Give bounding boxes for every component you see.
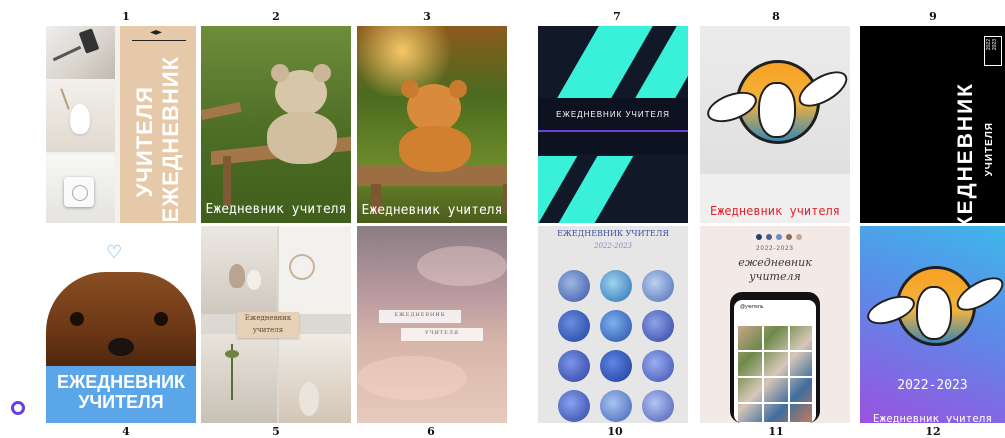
cover-number-8: 8: [772, 10, 780, 23]
cabinet-photo: [279, 334, 351, 423]
cover8-title: Ежедневник учителя: [709, 204, 841, 218]
cover1-title-line1: ЕЖЕДНЕВНИК: [158, 56, 183, 223]
cover-8[interactable]: Ежедневник учителя: [700, 26, 850, 223]
cover-number-5: 5: [272, 425, 280, 438]
clock-photo: [46, 155, 115, 223]
badge-line2: 2023: [992, 39, 998, 51]
cover9-title: ЕЖЕДНЕВНИК: [954, 82, 977, 223]
bubble-1-2: [600, 270, 632, 302]
teddy-bear-ear-left: [401, 80, 419, 98]
dog-photo: [46, 272, 196, 372]
teddy-bear-ear-left: [271, 64, 289, 82]
pelican-body: [916, 286, 952, 340]
bubble-4-2: [600, 390, 632, 422]
cover-number-7: 7: [613, 10, 621, 23]
cover3-title: Ежедневник учителя: [361, 203, 503, 218]
heart-icon: ♡: [106, 242, 123, 263]
cover-number-10: 10: [607, 425, 623, 438]
bubble-4-3: [642, 390, 674, 422]
plant-photo: [201, 334, 277, 423]
bubble-4-1: [558, 390, 590, 422]
bubble-3-3: [642, 350, 674, 382]
circle-marker-icon: [11, 401, 25, 415]
cover-2[interactable]: Ежедневник учителя: [201, 26, 351, 223]
cover10-year: 2022-2023: [594, 242, 632, 250]
cover-number-4: 4: [122, 425, 130, 438]
bubble-2-2: [600, 310, 632, 342]
cover-11[interactable]: 2022-2023 ежедневник учителя @учитель: [700, 226, 850, 423]
cover-number-3: 3: [423, 10, 431, 23]
dot-row: [756, 234, 802, 242]
cloud-shape-2: [357, 356, 467, 400]
teddy-bear-ear-right: [449, 80, 467, 98]
clock-photo: [279, 226, 351, 314]
teddy-bear-body: [267, 112, 337, 164]
teal-stripe-1: [557, 26, 653, 98]
pelican-body: [758, 82, 796, 138]
cover2-title: Ежедневник учителя: [205, 202, 347, 217]
cover12-title: Ежедневник учителя: [872, 412, 993, 423]
bench-back: [201, 101, 242, 121]
bubble-3-2: [600, 350, 632, 382]
cover-7[interactable]: ЕЖЕДНЕВНИК УЧИТЕЛЯ: [538, 26, 688, 223]
cover-number-6: 6: [427, 425, 435, 438]
cover-4[interactable]: ♡ ЕЖЕДНЕВНИК УЧИТЕЛЯ: [46, 226, 196, 423]
cover-number-11: 11: [768, 425, 784, 438]
cover-1[interactable]: ЕЖЕДНЕВНИК УЧИТЕЛЯ: [46, 26, 196, 223]
cover-6[interactable]: ЕЖЕДНЕВНИК УЧИТЕЛЯ: [357, 226, 507, 423]
vase-photo: [46, 82, 115, 152]
cover-12[interactable]: 2022-2023 Ежедневник учителя: [860, 226, 1005, 423]
bubble-3-1: [558, 350, 590, 382]
cover11-year: 2022-2023: [756, 246, 794, 252]
purple-underline: [538, 130, 688, 132]
cover12-year: 2022-2023: [897, 378, 968, 393]
cover6-title-line2: УЧИТЕЛЯ: [424, 330, 460, 336]
bubble-1-1: [558, 270, 590, 302]
photo-grid: [738, 326, 812, 422]
cover-9[interactable]: ЕЖЕДНЕВНИК УЧИТЕЛЯ 2022 2023: [860, 26, 1005, 223]
cap-line: [132, 40, 186, 41]
cover-5[interactable]: Ежедневник учителя: [201, 226, 351, 423]
bubble-2-1: [558, 310, 590, 342]
cover-3[interactable]: Ежедневник учителя: [357, 26, 507, 223]
cloud-shape: [417, 246, 507, 286]
phone-header: @учитель: [740, 304, 764, 310]
cover5-title-line2: учителя: [252, 326, 284, 334]
cover-number-12: 12: [925, 425, 941, 438]
phone-screen: @учитель: [734, 300, 816, 423]
cover-number-9: 9: [929, 10, 937, 23]
cover6-title-line1: ЕЖЕДНЕВНИК: [394, 312, 446, 318]
cover1-title-line2: УЧИТЕЛЯ: [132, 86, 157, 198]
cover-number-2: 2: [272, 10, 280, 23]
bench-leg: [223, 156, 231, 206]
cover4-title-line2: УЧИТЕЛЯ: [78, 392, 164, 412]
cover11-script-line1: ежедневник: [738, 256, 812, 269]
cover4-title-line1: ЕЖЕДНЕВНИК: [56, 372, 186, 392]
cover-number-1: 1: [122, 10, 130, 23]
cover5-title-line1: Ежедневник: [244, 314, 292, 322]
teddy-bear-ear-right: [313, 64, 331, 82]
cover9-subtitle: УЧИТЕЛЯ: [984, 122, 995, 177]
title-band: [538, 98, 688, 154]
cover-10[interactable]: ЕЖЕДНЕВНИК УЧИТЕЛЯ 2022-2023: [538, 226, 688, 423]
cover11-script-line2: учителя: [749, 270, 801, 283]
vase-photo: [201, 226, 277, 314]
teddy-bear-body: [399, 126, 471, 172]
bubble-2-3: [642, 310, 674, 342]
desk-photo: [46, 26, 115, 79]
cover10-title: ЕЖЕДНЕВНИК УЧИТЕЛЯ: [557, 229, 669, 238]
phone-mockup: @учитель: [730, 292, 820, 423]
cover7-title: ЕЖЕДНЕВНИК УЧИТЕЛЯ: [556, 110, 670, 119]
bubble-1-3: [642, 270, 674, 302]
